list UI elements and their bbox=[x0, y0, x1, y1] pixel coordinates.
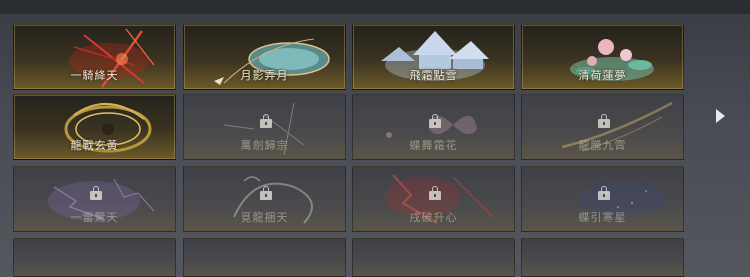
skin-card[interactable]: 覓龍捆天 bbox=[183, 166, 346, 232]
skin-card[interactable]: 一雷驚天 bbox=[13, 166, 176, 232]
skin-card[interactable] bbox=[13, 238, 176, 277]
skin-card[interactable]: 龍戰玄黃 bbox=[13, 94, 176, 160]
skin-name: 月影弄月 bbox=[240, 69, 289, 82]
skin-card[interactable]: 蝶舞霜花 bbox=[352, 94, 515, 160]
skin-grid: 一騎絳天 月影弄月 飛霜點雪 清荷蓮夢 龍戰玄黃 萬劍歸宗 蝶舞霜花 龍騰九霄 … bbox=[0, 0, 750, 277]
skin-card[interactable]: 飛霜點雪 bbox=[352, 24, 515, 90]
lock-icon bbox=[90, 186, 102, 200]
lock-icon bbox=[598, 114, 610, 128]
lock-icon bbox=[598, 186, 610, 200]
skin-name: 蝶引寒星 bbox=[578, 211, 627, 224]
skin-card[interactable]: 萬劍歸宗 bbox=[183, 94, 346, 160]
skin-card[interactable]: 清荷蓮夢 bbox=[521, 24, 684, 90]
skin-name: 龍騰九霄 bbox=[578, 139, 627, 152]
skin-card[interactable]: 龍騰九霄 bbox=[521, 94, 684, 160]
skin-card[interactable] bbox=[183, 238, 346, 277]
skin-card[interactable] bbox=[521, 238, 684, 277]
lock-icon bbox=[429, 186, 441, 200]
skin-name: 萬劍歸宗 bbox=[240, 139, 289, 152]
skin-name: 龍戰玄黃 bbox=[70, 139, 119, 152]
skin-card[interactable]: 月影弄月 bbox=[183, 24, 346, 90]
skin-card[interactable]: 蝶引寒星 bbox=[521, 166, 684, 232]
skin-name: 一雷驚天 bbox=[70, 211, 119, 224]
skin-card[interactable]: 一騎絳天 bbox=[13, 24, 176, 90]
skin-name: 戌破升心 bbox=[409, 211, 458, 224]
skin-name: 清荷蓮夢 bbox=[578, 69, 627, 82]
next-page-button[interactable] bbox=[709, 104, 731, 128]
skin-name: 蝶舞霜花 bbox=[409, 139, 458, 152]
lock-icon bbox=[260, 186, 272, 200]
skin-card[interactable]: 戌破升心 bbox=[352, 166, 515, 232]
skin-name: 一騎絳天 bbox=[70, 69, 119, 82]
lock-icon bbox=[429, 114, 441, 128]
skin-name: 飛霜點雪 bbox=[409, 69, 458, 82]
chevron-right-icon bbox=[715, 109, 725, 123]
skin-name: 覓龍捆天 bbox=[240, 211, 289, 224]
skin-card[interactable] bbox=[352, 238, 515, 277]
lock-icon bbox=[260, 114, 272, 128]
